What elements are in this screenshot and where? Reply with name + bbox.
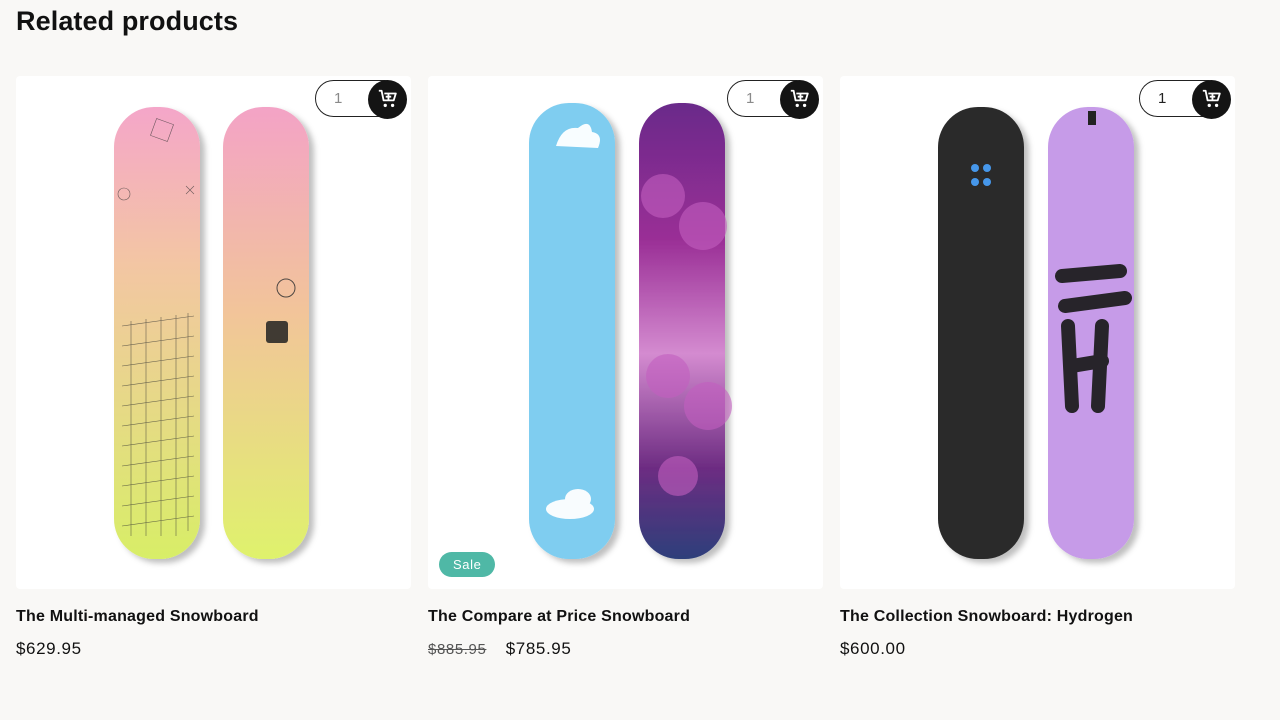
quantity-selector [727,79,819,119]
add-to-cart-icon [378,89,397,108]
product-title[interactable]: The Multi-managed Snowboard [16,608,259,626]
snowboard-image [529,103,732,559]
snowboard-image [114,107,309,559]
add-to-cart-button[interactable] [368,79,407,119]
product-price: $600.00 [840,639,906,658]
add-to-cart-button[interactable] [780,79,819,119]
product-image[interactable] [16,76,411,589]
price-row: $629.95 [16,639,82,659]
section-title: Related products [16,6,239,36]
product-card[interactable]: The Collection Snowboard: Hydrogen $600.… [840,76,1235,658]
sale-badge: Sale [439,552,496,577]
product-price: $785.95 [505,639,572,658]
product-card[interactable]: The Multi-managed Snowboard $629.95 [16,76,411,658]
quantity-selector [315,79,407,119]
price-row: $600.00 [840,639,906,659]
quantity-selector [1139,79,1231,119]
product-price: $629.95 [16,639,82,658]
add-to-cart-button[interactable] [1192,79,1231,119]
product-image[interactable]: Sale [428,76,823,589]
product-title[interactable]: The Compare at Price Snowboard [428,608,690,626]
product-grid: The Multi-managed Snowboard $629.95 [16,76,1236,676]
product-image[interactable] [840,76,1235,589]
snowboard-image [938,107,1134,559]
add-to-cart-icon [790,89,809,108]
product-title[interactable]: The Collection Snowboard: Hydrogen [840,608,1133,626]
price-row: $885.95 $785.95 [428,639,571,659]
add-to-cart-icon [1202,89,1221,108]
product-card[interactable]: Sale The Compare at Price Snowboard $885… [428,76,823,658]
compare-at-price: $885.95 [428,641,487,658]
